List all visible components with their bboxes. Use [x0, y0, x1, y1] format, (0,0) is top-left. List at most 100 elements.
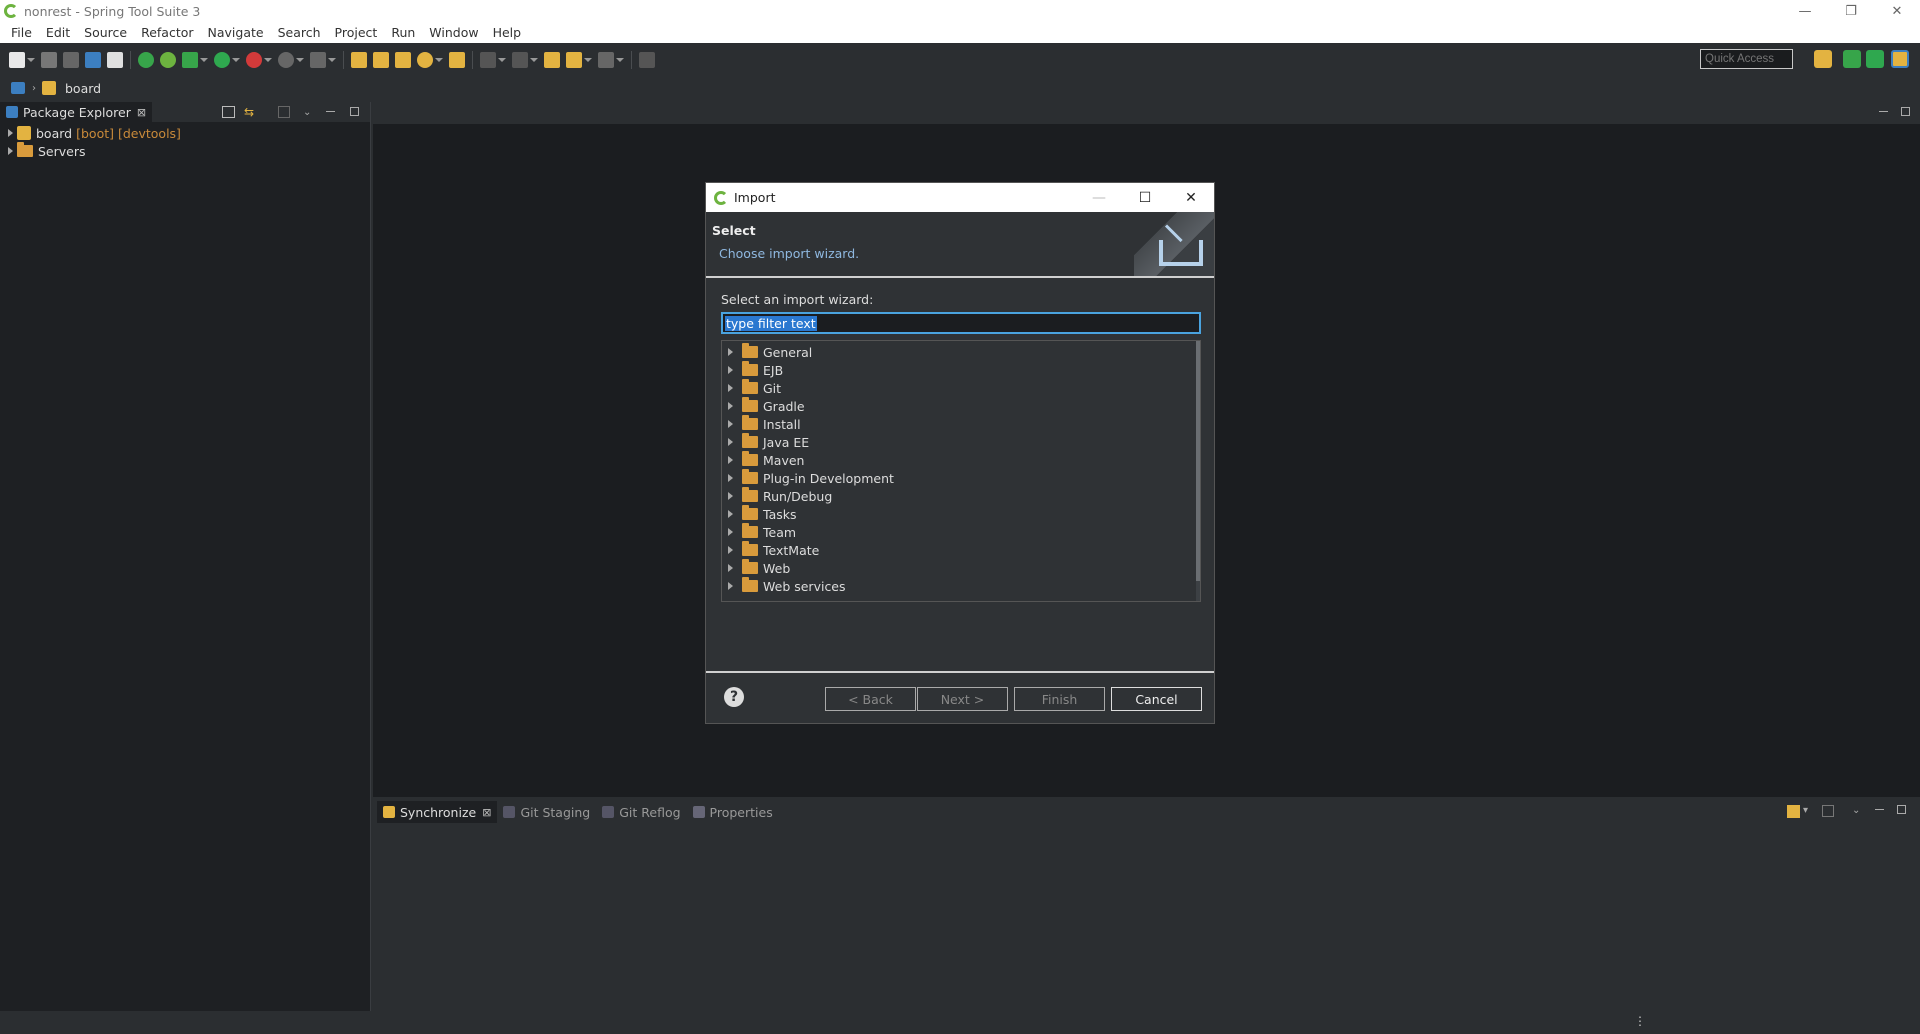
synchronize-action-icon[interactable] — [1787, 805, 1800, 818]
expand-triangle-icon[interactable] — [728, 582, 733, 590]
link-with-editor-icon[interactable]: ⇆ — [244, 106, 258, 118]
java-perspective-icon[interactable] — [1843, 50, 1861, 68]
pin-editor-icon[interactable] — [639, 51, 655, 68]
menu-run[interactable]: Run — [384, 25, 422, 40]
wizard-category-plug-in-development[interactable]: Plug-in Development — [722, 469, 1200, 487]
toggle-breadcrumb-icon[interactable] — [107, 51, 123, 68]
close-icon[interactable]: ⊠ — [137, 106, 146, 119]
wizard-category-general[interactable]: General — [722, 343, 1200, 361]
save-all-icon[interactable] — [63, 51, 79, 68]
search-icon[interactable] — [417, 51, 433, 68]
expand-triangle-icon[interactable] — [728, 438, 733, 446]
finish-button[interactable]: Finish — [1014, 687, 1105, 711]
cancel-button[interactable]: Cancel — [1111, 687, 1202, 711]
expand-triangle-icon[interactable] — [728, 384, 733, 392]
open-perspective-icon[interactable] — [1814, 50, 1832, 68]
expand-triangle-icon[interactable] — [728, 474, 733, 482]
next-annotation-dropdown-icon[interactable] — [498, 57, 506, 62]
next-annotation-icon[interactable] — [480, 51, 496, 68]
new-class-icon[interactable] — [395, 51, 411, 68]
expand-triangle-icon[interactable] — [728, 348, 733, 356]
menu-search[interactable]: Search — [271, 25, 328, 40]
filter-input[interactable]: type filter text — [721, 312, 1201, 334]
quick-access-input[interactable] — [1700, 49, 1793, 69]
external-tools-icon[interactable] — [246, 51, 262, 68]
open-type-icon[interactable] — [449, 51, 465, 68]
external-tools-dropdown-icon[interactable] — [264, 57, 272, 62]
search-dropdown-icon[interactable] — [435, 57, 443, 62]
menu-navigate[interactable]: Navigate — [201, 25, 271, 40]
run-icon[interactable] — [214, 51, 230, 68]
new-package-icon[interactable] — [373, 51, 389, 68]
tree-item-servers[interactable]: Servers — [0, 142, 370, 160]
focus-icon[interactable] — [278, 106, 290, 118]
wizard-category-run-debug[interactable]: Run/Debug — [722, 487, 1200, 505]
stop-dropdown-icon[interactable] — [296, 57, 304, 62]
synchronize-action-dropdown-icon[interactable]: ▾ — [1803, 805, 1808, 816]
expand-triangle-icon[interactable] — [8, 147, 13, 155]
wizard-category-ejb[interactable]: EJB — [722, 361, 1200, 379]
expand-triangle-icon[interactable] — [728, 564, 733, 572]
workspace-icon[interactable] — [11, 82, 25, 94]
expand-triangle-icon[interactable] — [728, 420, 733, 428]
close-icon[interactable]: ⊠ — [482, 806, 491, 819]
expand-triangle-icon[interactable] — [728, 402, 733, 410]
forward-icon[interactable] — [598, 51, 614, 68]
back-dropdown-icon[interactable] — [584, 57, 592, 62]
stop-icon[interactable] — [278, 51, 294, 68]
debug-dropdown-icon[interactable] — [200, 57, 208, 62]
wizard-category-web[interactable]: Web — [722, 559, 1200, 577]
wizard-category-web-services[interactable]: Web services — [722, 577, 1200, 595]
wizard-category-textmate[interactable]: TextMate — [722, 541, 1200, 559]
open-console-icon[interactable] — [85, 51, 101, 68]
maximize-editor-icon[interactable] — [1901, 107, 1910, 116]
wizard-category-team[interactable]: Team — [722, 523, 1200, 541]
view-menu-chevron-down-icon[interactable]: ⌄ — [1852, 805, 1860, 816]
tree-item-board[interactable]: board [boot] [devtools] — [0, 124, 370, 142]
debug-perspective-icon[interactable] — [1866, 50, 1884, 68]
forward-dropdown-icon[interactable] — [616, 57, 624, 62]
new-dropdown-icon[interactable] — [27, 57, 35, 62]
last-edit-location-icon[interactable] — [544, 51, 560, 68]
debug-icon[interactable] — [182, 51, 198, 68]
window-close-button[interactable]: ✕ — [1874, 0, 1920, 22]
minimize-view-icon[interactable] — [326, 111, 335, 112]
menu-edit[interactable]: Edit — [39, 25, 77, 40]
menu-file[interactable]: File — [4, 25, 39, 40]
save-icon[interactable] — [41, 51, 57, 68]
dialog-maximize-button[interactable]: ☐ — [1122, 183, 1168, 212]
view-menu-chevron-down-icon[interactable]: ⌄ — [303, 107, 311, 118]
menu-source[interactable]: Source — [77, 25, 134, 40]
boot-dashboard-icon[interactable] — [138, 51, 154, 68]
back-icon[interactable] — [566, 51, 582, 68]
expand-triangle-icon[interactable] — [728, 528, 733, 536]
window-restore-button[interactable]: ❐ — [1828, 0, 1874, 22]
wizard-category-tasks[interactable]: Tasks — [722, 505, 1200, 523]
previous-annotation-icon[interactable] — [512, 51, 528, 68]
wizard-category-install[interactable]: Install — [722, 415, 1200, 433]
minimize-editor-icon[interactable] — [1879, 111, 1888, 112]
dialog-minimize-button[interactable]: — — [1076, 183, 1122, 212]
previous-annotation-dropdown-icon[interactable] — [530, 57, 538, 62]
wizard-category-java-ee[interactable]: Java EE — [722, 433, 1200, 451]
menu-refactor[interactable]: Refactor — [134, 25, 200, 40]
minimize-view-icon[interactable] — [1875, 809, 1884, 810]
new-icon[interactable] — [9, 51, 25, 68]
tab-synchronize[interactable]: Synchronize ⊠ — [377, 801, 498, 823]
deploy-icon[interactable] — [310, 51, 326, 68]
menu-window[interactable]: Window — [422, 25, 485, 40]
expand-triangle-icon[interactable] — [728, 492, 733, 500]
new-java-project-icon[interactable] — [351, 51, 367, 68]
expand-triangle-icon[interactable] — [728, 456, 733, 464]
spring-perspective-icon[interactable] — [1891, 50, 1909, 68]
tab-git-staging[interactable]: Git Staging — [497, 801, 596, 823]
expand-triangle-icon[interactable] — [728, 366, 733, 374]
maximize-view-icon[interactable] — [1897, 805, 1906, 814]
tab-package-explorer[interactable]: Package Explorer ⊠ — [0, 102, 153, 122]
expand-triangle-icon[interactable] — [728, 510, 733, 518]
tab-properties[interactable]: Properties — [687, 801, 779, 823]
menu-project[interactable]: Project — [328, 25, 385, 40]
wizard-category-gradle[interactable]: Gradle — [722, 397, 1200, 415]
wizard-category-maven[interactable]: Maven — [722, 451, 1200, 469]
pin-icon[interactable] — [1822, 805, 1834, 817]
